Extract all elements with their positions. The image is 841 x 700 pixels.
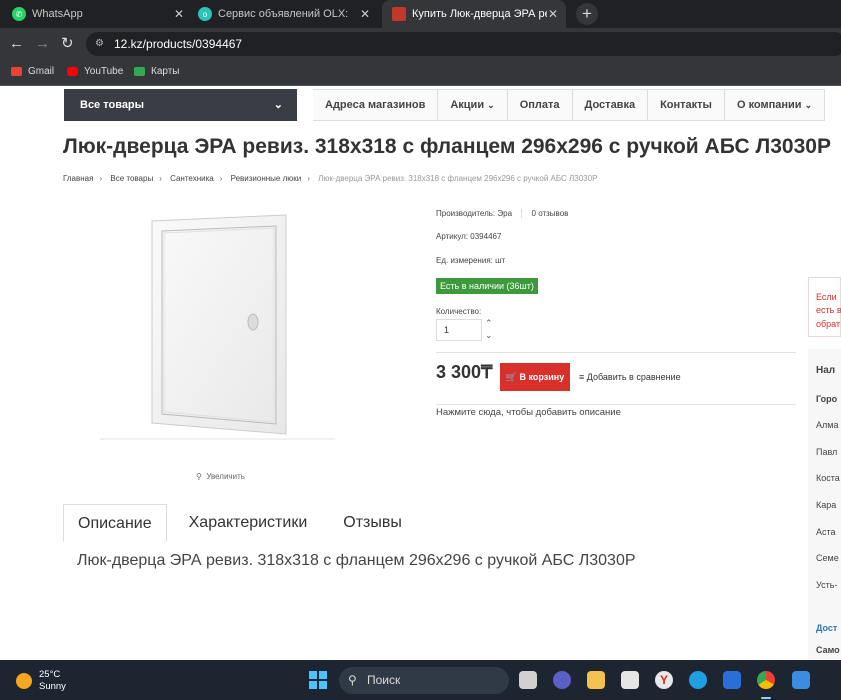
url-field[interactable]: ⚙ 12.kz/products/0394467 — [86, 32, 841, 56]
chevron-down-icon: ⌄ — [273, 99, 283, 111]
stock-badge: Есть в наличии (36шт) — [436, 278, 538, 294]
breadcrumb-all-goods[interactable]: Все товары — [110, 174, 153, 183]
close-tab-icon[interactable]: ✕ — [174, 7, 184, 21]
olx-icon: o — [198, 7, 212, 21]
top-menu: Адреса магазинов Акции ⌄ Оплата Доставка… — [313, 89, 826, 121]
bookmark-gmail[interactable]: Gmail — [11, 66, 54, 77]
article-number: Артикул: 0394467 — [436, 232, 502, 241]
address-bar: ← → ↻ ⚙ 12.kz/products/0394467 — [0, 28, 841, 60]
close-tab-icon[interactable]: ✕ — [548, 7, 558, 21]
tab-specifications[interactable]: Характеристики — [175, 504, 322, 542]
store-icon[interactable] — [621, 671, 639, 689]
whatsapp-icon: ✆ — [12, 7, 26, 21]
menu-item-delivery[interactable]: Доставка — [573, 90, 649, 120]
breadcrumb-hatches[interactable]: Ревизионные люки — [231, 174, 302, 183]
weather-widget[interactable]: 25°C Sunny — [16, 669, 66, 693]
youtube-icon — [67, 67, 78, 76]
taskbar-search[interactable]: ⚲ Поиск — [339, 667, 509, 694]
reload-icon[interactable]: ↻ — [61, 36, 74, 51]
quantity-input[interactable]: 1 — [436, 319, 482, 341]
city-astana: Аста — [816, 527, 836, 537]
city-semey: Семе — [816, 553, 839, 563]
yandex-icon[interactable]: Y — [655, 671, 673, 689]
divider — [436, 404, 796, 405]
description-text: Люк-дверца ЭРА ревиз. 318х318 с фланцем … — [77, 552, 636, 569]
task-view-icon[interactable] — [519, 671, 537, 689]
file-explorer-icon[interactable] — [587, 671, 605, 689]
magnifier-icon: ⚲ — [196, 472, 202, 481]
menu-item-promotions[interactable]: Акции ⌄ — [438, 90, 508, 120]
city-almaty: Алма — [816, 420, 839, 430]
cart-icon: 🛒 — [505, 372, 517, 382]
list-icon: ≡ — [579, 372, 585, 382]
breadcrumb-home[interactable]: Главная — [63, 174, 93, 183]
windows-start-icon[interactable] — [309, 671, 327, 689]
menu-item-addresses[interactable]: Адреса магазинов — [313, 90, 439, 120]
all-goods-button[interactable]: Все товары ⌄ — [64, 89, 297, 121]
chevron-right-icon: › — [159, 174, 162, 183]
tab-whatsapp[interactable]: ✆ WhatsApp ✕ — [12, 0, 192, 28]
browser-tab-strip: ✆ WhatsApp ✕ o Сервис объявлений OLX: са… — [0, 0, 841, 28]
product-image[interactable] — [100, 202, 335, 442]
add-to-compare-button[interactable]: ≡ Добавить в сравнение — [579, 372, 681, 382]
zoom-link[interactable]: ⚲ Увеличить — [196, 472, 245, 481]
divider — [436, 352, 796, 353]
delivery-link[interactable]: Дост — [816, 623, 837, 633]
back-arrow-icon[interactable]: ← — [9, 36, 24, 51]
search-icon: ⚲ — [348, 673, 357, 687]
breadcrumb: Главная › Все товары › Сантехника › Ревизио… — [63, 174, 603, 183]
new-tab-button[interactable]: + — [576, 3, 598, 25]
city-pavlodar: Павл — [816, 447, 838, 457]
chevron-right-icon: › — [307, 174, 310, 183]
12kz-icon — [392, 7, 406, 21]
chevron-right-icon: › — [99, 174, 103, 183]
city-ust-kamenogorsk: Усть- — [816, 580, 838, 590]
tab-olx[interactable]: o Сервис объявлений OLX: сайт ✕ — [198, 0, 378, 28]
reviews-link[interactable]: 0 отзывов — [532, 209, 569, 218]
unit-info: Ед. измерения: шт — [436, 256, 506, 265]
chevron-right-icon: › — [219, 174, 223, 183]
menu-item-about[interactable]: О компании ⌄ — [725, 90, 826, 120]
chat-icon[interactable] — [553, 671, 571, 689]
chevron-up-icon[interactable]: ⌃ — [485, 318, 493, 329]
sun-icon — [16, 673, 32, 689]
add-description-link[interactable]: Нажмите сюда, чтобы добавить описание — [436, 407, 621, 418]
quantity-label: Количество: — [436, 307, 482, 316]
price: 3 300₸ — [436, 362, 493, 382]
page-title: Люк-дверца ЭРА ревиз. 318х318 с фланцем … — [63, 135, 831, 158]
app-icon[interactable] — [723, 671, 741, 689]
breadcrumb-plumbing[interactable]: Сантехника — [170, 174, 214, 183]
menu-item-payment[interactable]: Оплата — [508, 90, 573, 120]
active-app-indicator — [761, 697, 771, 699]
tab-reviews[interactable]: Отзывы — [329, 504, 416, 542]
menu-item-contacts[interactable]: Контакты — [648, 90, 725, 120]
bookmarks-bar: Gmail YouTube Карты — [0, 60, 841, 86]
edge-icon[interactable] — [689, 671, 707, 689]
city-karaganda: Кара — [816, 500, 837, 510]
site-info-icon[interactable]: ⚙ — [95, 32, 104, 56]
tab-description[interactable]: Описание — [63, 504, 167, 542]
maps-icon — [134, 67, 145, 76]
chevron-down-icon[interactable]: ⌄ — [485, 330, 493, 341]
add-to-cart-button[interactable]: 🛒 В корзину — [500, 363, 570, 391]
photos-icon[interactable] — [792, 671, 810, 689]
gmail-icon — [11, 67, 22, 76]
chrome-icon[interactable] — [757, 671, 775, 689]
chevron-down-icon: ⌄ — [487, 100, 495, 110]
bookmark-youtube[interactable]: YouTube — [67, 66, 123, 77]
page-content: Все товары ⌄ Адреса магазинов Акции ⌄ Оп… — [0, 87, 841, 660]
chevron-down-icon: ⌄ — [804, 100, 813, 110]
availability-sidebar: Если есть в обрат Нал Горо Алма Павл Кос… — [808, 277, 841, 660]
breadcrumb-current: Люк-дверца ЭРА ревиз. 318х318 с фланцем … — [318, 174, 598, 183]
taskbar: 25°C Sunny ⚲ Поиск Y — [0, 660, 841, 700]
tab-12kz[interactable]: Купить Люк-дверца ЭРА ревиз ✕ — [382, 0, 566, 28]
city-kostanay: Коста — [816, 473, 840, 483]
close-tab-icon[interactable]: ✕ — [360, 7, 370, 21]
bookmark-maps[interactable]: Карты — [134, 66, 180, 77]
product-tabs: Описание Характеристики Отзывы — [63, 504, 424, 542]
forward-arrow-icon[interactable]: → — [35, 36, 50, 51]
manufacturer-info: Производитель: Эра 0 отзывов — [436, 209, 569, 219]
